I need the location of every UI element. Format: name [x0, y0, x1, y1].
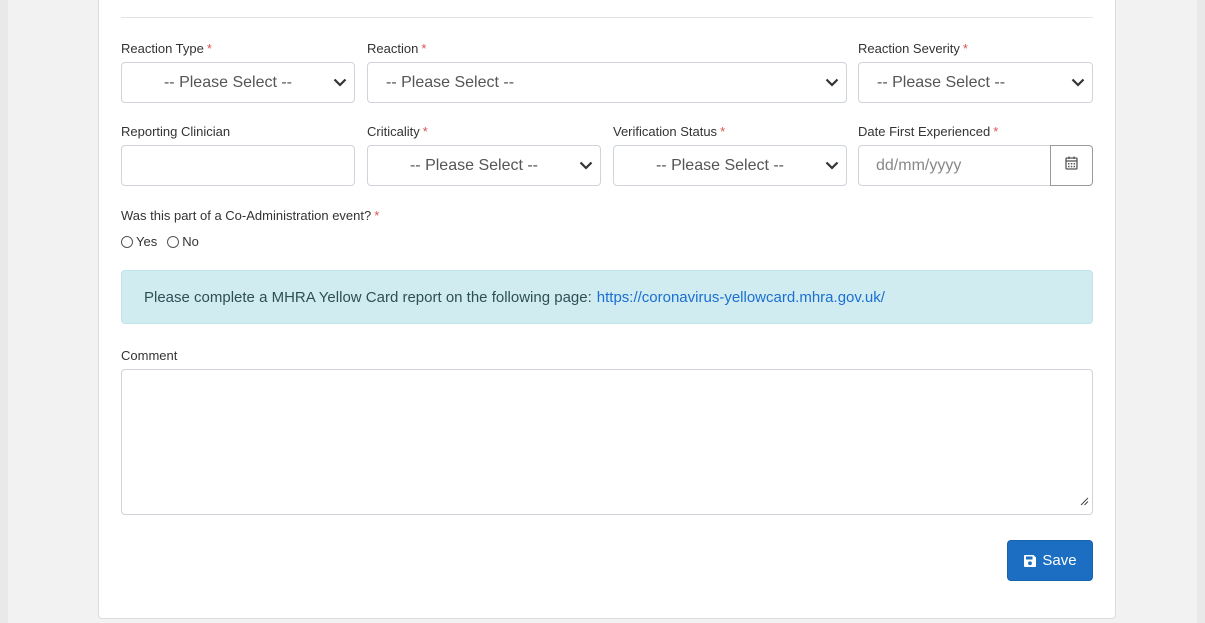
save-label: Save — [1042, 552, 1077, 569]
calendar-icon — [1065, 156, 1078, 175]
date-first-experienced-input[interactable]: dd/mm/yyyy — [858, 145, 1050, 186]
alert-text: Please complete a MHRA Yellow Card repor… — [144, 288, 592, 306]
reaction-label: Reaction * — [367, 41, 427, 56]
save-button[interactable]: Save — [1007, 540, 1093, 581]
reporting-clinician-label: Reporting Clinician — [121, 124, 231, 139]
comment-label: Comment — [121, 348, 178, 363]
required-marker: * — [374, 208, 380, 223]
divider — [121, 17, 1093, 18]
radio-yes[interactable]: Yes — [121, 234, 157, 249]
verification-status-label: Verification Status * — [613, 124, 726, 139]
required-marker: * — [962, 41, 968, 56]
criticality-select[interactable]: -- Please Select -- — [367, 145, 601, 186]
required-marker: * — [206, 41, 212, 56]
required-marker: * — [720, 124, 726, 139]
left-gutter — [0, 0, 8, 623]
yellow-card-link[interactable]: https://coronavirus-yellowcard.mhra.gov.… — [597, 289, 885, 306]
radio-yes-label: Yes — [136, 234, 158, 249]
radio-no-label: No — [182, 234, 199, 249]
reaction-type-select[interactable]: -- Please Select -- — [121, 62, 355, 103]
reporting-clinician-input[interactable] — [121, 145, 355, 186]
comment-textarea[interactable] — [121, 369, 1093, 515]
reaction-severity-value: -- Please Select -- — [877, 73, 1006, 91]
radio-circle-icon — [167, 235, 180, 248]
required-marker: * — [993, 124, 999, 139]
criticality-value: -- Please Select -- — [409, 156, 539, 174]
radio-no[interactable]: No — [167, 234, 199, 249]
reaction-severity-select[interactable]: -- Please Select -- — [858, 62, 1093, 103]
chevron-down-icon — [818, 161, 846, 170]
reaction-value: -- Please Select -- — [386, 73, 515, 91]
date-first-experienced-field: dd/mm/yyyy — [858, 145, 1093, 186]
reaction-select[interactable]: -- Please Select -- — [367, 62, 847, 103]
chevron-down-icon — [1064, 78, 1092, 87]
right-gutter — [1197, 0, 1205, 623]
verification-status-value: -- Please Select -- — [655, 156, 785, 174]
reaction-severity-label: Reaction Severity * — [858, 41, 968, 56]
save-icon — [1023, 554, 1042, 568]
chevron-down-icon — [326, 78, 354, 87]
radio-circle-icon — [121, 235, 133, 248]
resize-grip-icon[interactable] — [1079, 493, 1089, 511]
calendar-button[interactable] — [1050, 145, 1093, 186]
date-placeholder: dd/mm/yyyy — [876, 156, 962, 174]
reaction-type-value: -- Please Select -- — [163, 73, 293, 91]
co-administration-label: Was this part of a Co-Administration eve… — [121, 208, 380, 223]
required-marker: * — [421, 41, 427, 56]
date-first-experienced-label: Date First Experienced * — [858, 124, 999, 139]
verification-status-select[interactable]: -- Please Select -- — [613, 145, 847, 186]
chevron-down-icon — [572, 161, 600, 170]
required-marker: * — [422, 124, 428, 139]
chevron-down-icon — [818, 78, 846, 87]
co-administration-radio-group: Yes No — [121, 234, 209, 249]
criticality-label: Criticality * — [367, 124, 428, 139]
yellow-card-alert: Please complete a MHRA Yellow Card repor… — [121, 270, 1093, 324]
reaction-type-label: Reaction Type * — [121, 41, 212, 56]
